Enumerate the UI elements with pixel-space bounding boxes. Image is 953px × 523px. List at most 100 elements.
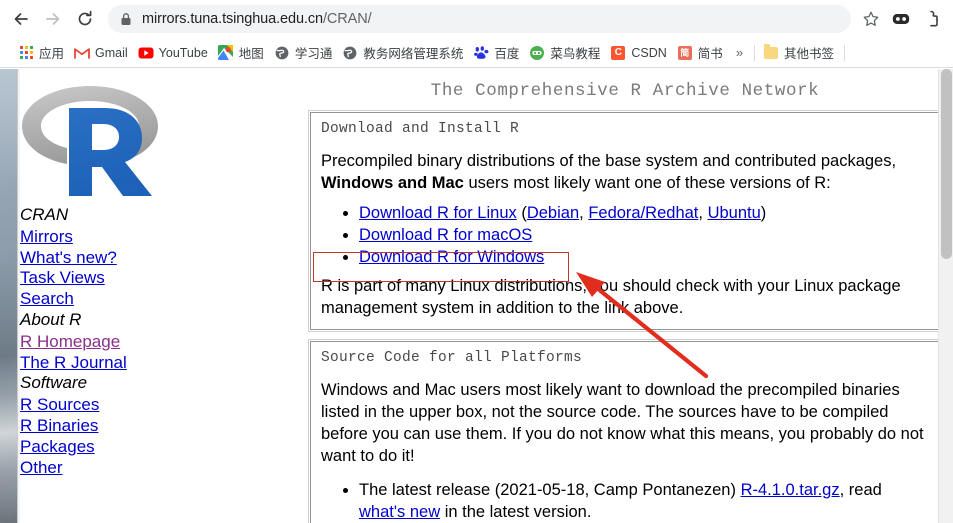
paren-close: )	[760, 204, 767, 222]
link-fedora-redhat[interactable]: Fedora/Redhat	[588, 204, 698, 222]
bookmark-label: 应用	[39, 47, 65, 61]
bookmark-star-icon[interactable]	[857, 5, 885, 33]
bookmark-xuexitong[interactable]: 学习通	[270, 40, 339, 65]
scrollbar-thumb[interactable]	[941, 69, 952, 259]
bookmark-label: CSDN	[631, 45, 667, 60]
sidebar-link-search[interactable]: Search	[20, 289, 127, 310]
bookmarks-separator	[754, 44, 756, 61]
extension-icon-2[interactable]	[917, 5, 945, 33]
bookmark-label: 地图	[238, 47, 264, 61]
link-download-r-macos[interactable]: Download R for macOS	[359, 226, 532, 244]
release-mid: , read	[839, 481, 882, 499]
url-text: mirrors.tuna.tsinghua.edu.cn/CRAN/	[142, 11, 372, 27]
bookmark-baidu[interactable]: 百度	[469, 40, 525, 65]
reload-button[interactable]	[70, 4, 100, 34]
bookmark-youtube[interactable]: YouTube	[134, 42, 214, 64]
bookmark-csdn[interactable]: C CSDN	[606, 42, 672, 64]
link-ubuntu[interactable]: Ubuntu	[708, 204, 761, 222]
link-download-r-windows[interactable]: Download R for Windows	[359, 248, 544, 266]
sidebar-link-r-homepage[interactable]: R Homepage	[20, 332, 127, 353]
other-bookmarks-folder[interactable]: 其他书签	[759, 40, 840, 65]
link-download-r-linux[interactable]: Download R for Linux	[359, 204, 517, 222]
page-viewport: CRAN Mirrors What's new? Task Views Sear…	[0, 69, 953, 523]
sidebar-group-software: Software R Sources R Binaries Packages O…	[20, 373, 127, 478]
sidebar-heading-software: Software	[20, 373, 88, 393]
sidebar-link-packages[interactable]: Packages	[20, 437, 127, 458]
page-title: The Comprehensive R Archive Network	[430, 81, 820, 101]
google-maps-icon	[218, 45, 234, 61]
bookmark-jiaowu[interactable]: 教务网络管理系统	[338, 40, 469, 65]
lock-icon	[120, 12, 132, 26]
download-box-intro: Precompiled binary distributions of the …	[321, 150, 929, 194]
page-main: The Comprehensive R Archive Network Down…	[308, 69, 942, 523]
bookmarks-overflow-button[interactable]: »	[729, 42, 750, 63]
desktop-background-strip	[0, 69, 17, 523]
sidebar-link-other[interactable]: Other	[20, 458, 127, 479]
release-prefix: The latest release (2021-05-18, Camp Pon…	[359, 481, 741, 499]
sidebar-link-whats-new[interactable]: What's new?	[20, 248, 127, 269]
list-item-latest-release: The latest release (2021-05-18, Camp Pon…	[359, 479, 929, 523]
sidebar-heading-about-r: About R	[20, 309, 82, 329]
r-logo	[20, 78, 160, 205]
source-code-box: Source Code for all Platforms Windows an…	[308, 339, 942, 523]
jianshu-icon: 简	[677, 45, 693, 61]
download-box-footer: R is part of many Linux distributions, y…	[321, 277, 901, 317]
sidebar-link-r-sources[interactable]: R Sources	[20, 395, 127, 416]
bookmark-runoob[interactable]: 菜鸟教程	[525, 40, 606, 65]
download-links-list: Download R for Linux (Debian, Fedora/Red…	[321, 203, 929, 268]
extension-icon[interactable]	[887, 5, 915, 33]
browser-toolbar: mirrors.tuna.tsinghua.edu.cn/CRAN/	[0, 0, 953, 38]
url-path: /CRAN/	[322, 11, 372, 27]
bookmark-label: 学习通	[294, 47, 333, 61]
bookmark-label: 百度	[494, 47, 520, 61]
url-host: mirrors.tuna.tsinghua.edu.cn	[142, 11, 323, 27]
baidu-icon	[473, 45, 489, 61]
source-box-legend: Source Code for all Platforms	[321, 350, 583, 366]
cran-page: CRAN Mirrors What's new? Task Views Sear…	[20, 69, 953, 523]
address-bar[interactable]: mirrors.tuna.tsinghua.edu.cn/CRAN/	[108, 5, 851, 33]
sidebar-link-mirrors[interactable]: Mirrors	[20, 227, 127, 248]
runoob-icon	[529, 45, 545, 61]
apps-grid-icon	[18, 45, 34, 61]
sidebar-group-about-r: About R R Homepage The R Journal	[20, 310, 127, 373]
bookmark-label: YouTube	[158, 45, 208, 60]
bookmarks-bar: 应用 Gmail YouTube 地图 学习通 教务网络管理系统 百度 菜鸟教程…	[0, 38, 953, 68]
download-box-legend: Download and Install R	[321, 121, 520, 137]
toolbar-right-icons	[857, 5, 945, 33]
bookmark-maps[interactable]: 地图	[214, 40, 270, 65]
source-release-list: The latest release (2021-05-18, Camp Pon…	[321, 479, 929, 523]
intro-bold-text: Windows and Mac	[321, 174, 464, 192]
list-item-macos: Download R for macOS	[359, 225, 929, 246]
bookmark-jianshu[interactable]: 简 简书	[673, 40, 729, 65]
bookmark-label: 其他书签	[784, 47, 835, 61]
back-button[interactable]	[6, 4, 36, 34]
globe-icon	[342, 45, 358, 61]
folder-icon	[763, 44, 779, 61]
page-scrollbar[interactable]	[938, 69, 953, 523]
link-debian[interactable]: Debian	[527, 204, 579, 222]
youtube-icon	[138, 45, 154, 61]
paren-open: (	[516, 204, 527, 222]
sidebar-group-cran: CRAN Mirrors What's new? Task Views Sear…	[20, 205, 127, 310]
browser-window: mirrors.tuna.tsinghua.edu.cn/CRAN/ 应用 Gm…	[0, 0, 953, 523]
globe-icon	[274, 45, 290, 61]
bookmark-apps[interactable]: 应用	[14, 40, 70, 65]
bookmark-label: 教务网络管理系统	[363, 47, 464, 61]
forward-button[interactable]	[38, 4, 68, 34]
sidebar-link-r-binaries[interactable]: R Binaries	[20, 416, 127, 437]
sidebar-navigation: CRAN Mirrors What's new? Task Views Sear…	[20, 205, 127, 478]
link-r-tarball[interactable]: R-4.1.0.tar.gz	[741, 481, 840, 499]
sidebar-link-task-views[interactable]: Task Views	[20, 268, 127, 289]
sidebar-heading-cran: CRAN	[20, 205, 69, 224]
list-item-linux: Download R for Linux (Debian, Fedora/Red…	[359, 203, 929, 224]
bookmark-label: Gmail	[95, 45, 128, 60]
navigation-buttons	[6, 4, 100, 34]
intro-line-1: Precompiled binary distributions of the …	[321, 152, 897, 170]
sidebar-link-the-r-journal[interactable]: The R Journal	[20, 353, 127, 374]
source-box-paragraph: Windows and Mac users most likely want t…	[321, 381, 924, 465]
link-whats-new[interactable]: what's new	[359, 503, 440, 521]
download-install-box: Download and Install R Precompiled binar…	[308, 110, 942, 332]
bookmark-label: 简书	[697, 47, 723, 61]
list-item-windows: Download R for Windows	[359, 247, 929, 268]
bookmark-gmail[interactable]: Gmail	[70, 42, 134, 64]
